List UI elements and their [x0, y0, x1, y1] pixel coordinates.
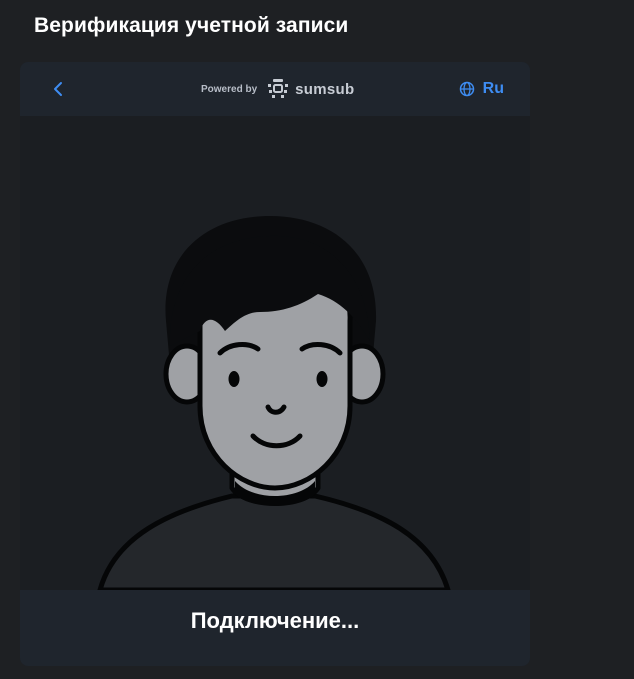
chevron-left-icon: [54, 82, 62, 96]
widget-header: Powered by sumsub Ru: [20, 62, 530, 116]
back-button[interactable]: [46, 77, 70, 101]
powered-by-label: Powered by: [201, 83, 258, 95]
language-selector[interactable]: Ru: [459, 77, 504, 101]
sumsub-brand-name: sumsub: [295, 80, 355, 98]
avatar-face-icon: [97, 216, 451, 593]
page-title: Верификация учетной записи: [34, 14, 349, 37]
status-bar: Подключение...: [20, 590, 530, 666]
globe-icon: [459, 81, 474, 97]
language-label: Ru: [482, 80, 504, 97]
face-illustration: [20, 116, 530, 593]
powered-by-brand: Powered by sumsub: [201, 77, 354, 101]
connection-status: Подключение...: [190, 608, 360, 633]
sumsub-logo-icon: [268, 79, 289, 98]
verification-widget: Powered by sumsub Ru Подключение...: [20, 62, 530, 666]
